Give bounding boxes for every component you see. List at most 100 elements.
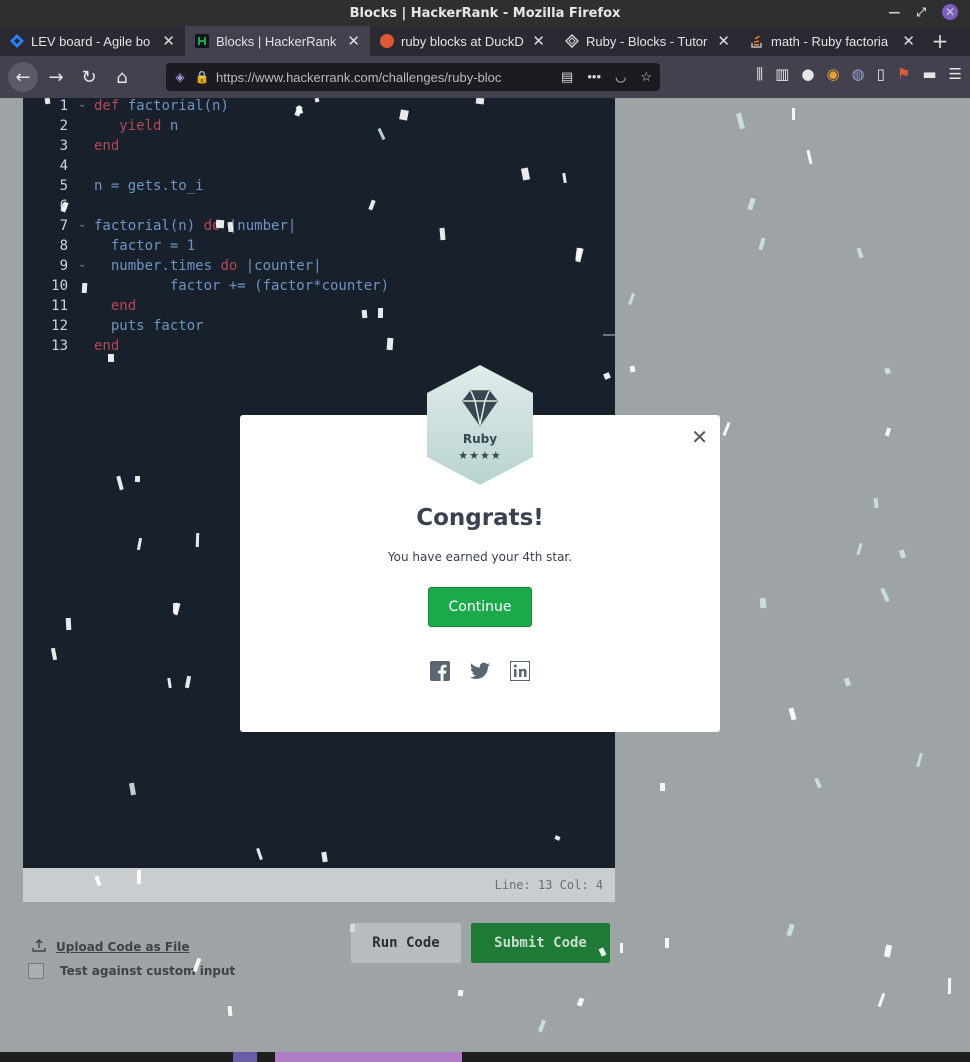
extension-comment-icon[interactable]: ▬ (922, 65, 936, 83)
fold-arrow-icon[interactable]: ⌄ (78, 99, 86, 110)
confetti-piece (44, 98, 51, 105)
confetti-piece (475, 98, 485, 105)
linkedin-icon[interactable] (510, 661, 530, 681)
menu-icon[interactable]: ☰ (949, 65, 962, 83)
run-code-button[interactable]: Run Code (351, 923, 461, 963)
editor-scrollbar[interactable] (603, 334, 615, 336)
line-number: 4 (59, 158, 68, 174)
confetti-piece (537, 1019, 547, 1033)
address-bar[interactable]: ◈ 🔒 https://www.hackerrank.com/challenge… (166, 63, 660, 91)
reload-button[interactable]: ↻ (74, 62, 104, 92)
confetti-piece (856, 247, 864, 259)
minimize-icon[interactable]: — (888, 5, 900, 19)
extension-cat-icon[interactable]: ◍ (852, 65, 865, 83)
code-line[interactable]: end (94, 298, 136, 314)
line-number: 8 (59, 238, 68, 254)
tab-hackerrank[interactable]: Blocks | HackerRank ✕ (185, 26, 370, 56)
tab-stackoverflow[interactable]: math - Ruby factoria ✕ (740, 26, 925, 56)
code-line[interactable]: puts factor (94, 318, 204, 334)
sidebar-icon[interactable]: ▥ (775, 65, 789, 83)
responsive-design-icon[interactable]: ▯ (877, 65, 885, 83)
fold-arrow-icon[interactable]: ⌄ (78, 219, 86, 230)
code-line[interactable]: factor += (factor*counter) (94, 278, 389, 294)
account-icon[interactable]: ● (801, 65, 814, 83)
confetti-piece (880, 587, 890, 603)
confetti-piece (629, 365, 636, 373)
code-line[interactable]: n = gets.to_i (94, 178, 204, 194)
confetti-piece (877, 992, 886, 1008)
page-actions-icon[interactable]: ••• (587, 69, 601, 85)
confetti-piece (947, 977, 952, 995)
ruby-badge: Ruby ★★★★ (425, 365, 535, 485)
custom-input-row[interactable]: Test against custom input (28, 963, 235, 979)
tutorialspoint-icon (564, 33, 580, 49)
line-number: 7 (59, 218, 68, 234)
duckduckgo-icon (380, 34, 394, 48)
confetti-piece (788, 707, 797, 721)
confetti-piece (736, 112, 745, 130)
extension-owl-icon[interactable]: ◉ (826, 65, 839, 83)
confetti-piece (898, 549, 907, 559)
forward-button[interactable]: → (41, 62, 71, 92)
library-icon[interactable]: ⫼ (756, 65, 763, 83)
back-button[interactable]: ← (8, 62, 38, 92)
pocket-icon[interactable]: ◡ (615, 69, 626, 85)
tab-tutorialspoint[interactable]: Ruby - Blocks - Tutor ✕ (555, 26, 740, 56)
code-line[interactable]: end (94, 338, 119, 354)
line-number: 2 (59, 118, 68, 134)
tab-close-icon[interactable]: ✕ (347, 32, 360, 50)
share-icons (430, 661, 530, 681)
restore-icon[interactable]: ⤢ (916, 5, 926, 20)
tab-duckduckgo[interactable]: ruby blocks at DuckD ✕ (370, 26, 555, 56)
confetti-piece (439, 227, 446, 241)
code-line[interactable]: end (94, 138, 119, 154)
custom-input-checkbox[interactable] (28, 963, 44, 979)
confetti-piece (916, 752, 923, 768)
confetti-piece (457, 989, 464, 997)
submit-code-button[interactable]: Submit Code (471, 923, 610, 963)
confetti-piece (377, 307, 384, 319)
upload-icon (32, 938, 46, 955)
upload-code-link[interactable]: Upload Code as File (32, 938, 190, 955)
twitter-icon[interactable] (470, 661, 490, 681)
taskbar-item[interactable] (233, 1052, 257, 1062)
confetti-piece (873, 497, 879, 509)
modal-message: You have earned your 4th star. (387, 550, 573, 564)
tab-lev-board[interactable]: LEV board - Agile bo ✕ (0, 26, 185, 56)
tab-close-icon[interactable]: ✕ (717, 32, 730, 50)
modal-close-icon[interactable]: ✕ (691, 425, 708, 449)
code-line[interactable]: def factorial(n) (94, 98, 229, 114)
tab-close-icon[interactable]: ✕ (902, 32, 915, 50)
url-text[interactable]: https://www.hackerrank.com/challenges/ru… (216, 70, 516, 85)
line-number: 12 (51, 318, 68, 334)
confetti-piece (843, 677, 852, 687)
reader-view-icon[interactable]: ▤ (561, 69, 573, 85)
tracking-protection-icon[interactable]: ◈ (172, 69, 188, 85)
code-line[interactable]: factorial(n) do |number| (94, 218, 296, 234)
confetti-piece (137, 870, 141, 884)
lock-icon[interactable]: 🔒 (194, 69, 210, 85)
window-close-icon[interactable]: ✕ (942, 4, 958, 20)
jira-icon (10, 34, 24, 48)
fold-arrow-icon[interactable]: ⌄ (78, 259, 86, 270)
new-tab-button[interactable]: + (925, 26, 955, 56)
code-line[interactable]: factor = 1 (94, 238, 195, 254)
confetti-piece (195, 532, 200, 548)
line-number: 13 (51, 338, 68, 354)
home-button[interactable]: ⌂ (107, 62, 137, 92)
hackerrank-icon (195, 34, 209, 48)
confetti-piece (814, 777, 822, 789)
confetti-piece (884, 367, 891, 375)
tab-close-icon[interactable]: ✕ (162, 32, 175, 50)
extension-flag-icon[interactable]: ⚑ (897, 65, 910, 83)
tab-close-icon[interactable]: ✕ (532, 32, 545, 50)
custom-input-label[interactable]: Test against custom input (60, 964, 235, 978)
confetti-piece (786, 923, 795, 937)
facebook-icon[interactable] (430, 661, 450, 681)
taskbar-item-active[interactable] (275, 1052, 462, 1062)
line-number: 11 (51, 298, 68, 314)
continue-button[interactable]: Continue (428, 587, 532, 627)
code-line[interactable]: number.times do |counter| (94, 258, 322, 274)
code-line[interactable]: yield n (94, 118, 178, 134)
bookmark-star-icon[interactable]: ☆ (640, 69, 652, 85)
